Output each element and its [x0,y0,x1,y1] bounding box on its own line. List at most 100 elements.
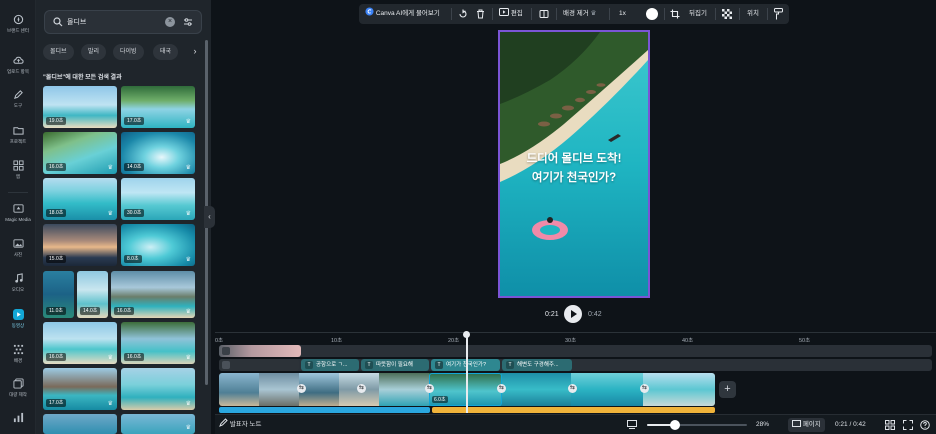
text-clip[interactable]: T 따뜻함이 필요해 [361,359,429,371]
add-clip-button[interactable]: + [719,381,736,398]
zoom-slider[interactable] [647,420,747,430]
clip-type-icon [222,347,230,355]
video-thumbnail[interactable]: 16.0초 ♛ [43,132,117,174]
rail-magic-media[interactable]: Magic Media [0,203,36,222]
split-icon[interactable] [539,9,549,19]
transition-icon[interactable]: ⇆ [357,384,366,393]
audio-clip[interactable] [219,407,430,413]
clear-search-icon[interactable]: × [165,17,175,27]
toolbar-divider [715,8,716,20]
color-swatch[interactable] [646,8,658,20]
position-button[interactable]: 위치 [747,4,759,24]
overlay-clip[interactable] [219,345,301,357]
video-thumbnail[interactable]: 17.0초 ♛ [43,368,117,410]
playback-speed-button[interactable]: 1x [619,4,626,24]
replace-icon[interactable] [458,9,468,19]
chip-thailand[interactable]: 태국 [153,44,179,60]
chip-maldives[interactable]: 몰디브 [43,44,74,60]
chip-bali[interactable]: 발리 [81,44,107,60]
remove-background-button[interactable]: 배경 제거 ♛ [563,4,596,24]
brand-center-icon [13,14,23,25]
text-clip[interactable]: T 해변도 구경해주... [502,359,572,371]
video-thumbnail[interactable]: 16.0초 ♛ [111,271,195,318]
upload-cloud-icon [12,56,24,64]
transparency-icon[interactable] [722,9,732,19]
playhead[interactable] [466,333,468,413]
edit-button[interactable]: 편집 [499,4,523,24]
playhead-handle[interactable] [463,331,470,338]
video-thumbnail[interactable]: 14.0초 [77,271,108,318]
video-frame [501,373,571,406]
rail-photos[interactable]: 사진 [0,238,36,258]
clip-duration: 6.0초 [432,396,448,403]
rail-tools[interactable]: 도구 [0,89,36,109]
chips-next-chevron-icon[interactable]: › [187,44,203,60]
video-thumbnail[interactable]: 14.0초 ♛ [121,132,195,174]
rail-label: 앱 [15,174,21,179]
video-thumbnail[interactable]: 30.0초 ♛ [121,178,195,220]
canvas-title-line1[interactable]: 드디어 몰디브 도착! [500,150,648,166]
video-thumbnail[interactable]: 8.0초 ♛ [121,224,195,266]
zoom-level[interactable]: 28% [756,415,769,434]
zoom-slider-knob[interactable] [670,420,680,430]
premium-crown-icon: ♛ [185,119,191,125]
help-icon[interactable] [920,420,930,430]
video-thumbnail[interactable]: 19.0초 [43,86,117,128]
image-icon [12,239,24,248]
video-thumbnail[interactable]: ♛ [121,368,195,410]
text-clip[interactable]: T 공항으로 ㄱ... [301,359,359,371]
video-thumbnail[interactable]: 18.0초 ♛ [43,178,117,220]
transition-icon[interactable]: ⇆ [425,384,434,393]
audio-clip[interactable] [432,407,715,413]
rail-charts[interactable] [0,412,36,426]
context-toolbar: Canva AI에게 물어보기 편집 배경 제거 ♛ 1x 뒤집기 위치 [359,4,789,24]
crop-icon[interactable] [670,9,680,19]
rail-label: 업로드 항목 [7,69,29,74]
paint-roller-icon[interactable] [774,8,783,20]
presenter-notes-button[interactable]: 발표자 노트 [219,415,262,434]
transition-icon[interactable]: ⇆ [568,384,577,393]
design-canvas[interactable]: 드디어 몰디브 도착! 여기가 천국인가? [498,30,650,298]
grid-view-icon[interactable] [885,420,895,430]
video-thumbnail[interactable]: 15.0초 [43,224,117,266]
rail-bulk-create[interactable]: 대량 제작 [0,378,36,398]
video-thumbnail[interactable] [43,414,117,434]
canvas-title-line2[interactable]: 여기가 천국인가? [500,169,648,185]
transition-icon[interactable]: ⇆ [640,384,649,393]
overlay-track[interactable] [219,345,932,357]
chip-diving[interactable]: 다이빙 [113,44,144,60]
rail-apps[interactable]: 앱 [0,160,36,180]
rail-backgrounds[interactable]: 배경 [0,344,36,364]
rail-brand-center[interactable]: 브랜드 센터 [0,14,36,34]
transition-icon[interactable]: ⇆ [497,384,506,393]
video-thumbnail[interactable]: 11.0초 [43,271,74,318]
trash-icon[interactable] [476,9,485,19]
premium-crown-icon: ♛ [185,309,191,315]
ask-canva-ai-button[interactable]: Canva AI에게 물어보기 [365,4,440,24]
search-input[interactable]: 몰디브 [67,17,86,27]
collapse-panel-chevron-icon[interactable]: ‹ [204,206,215,228]
filter-sliders-icon[interactable] [183,17,193,27]
video-thumbnail[interactable]: ♛ [121,414,195,434]
search-icon [53,17,63,27]
play-button[interactable] [564,305,582,323]
search-box[interactable]: 몰디브 × [44,10,202,34]
rail-label: 대량 제작 [9,392,27,397]
rail-projects[interactable]: 프로젝트 [0,125,36,145]
page-view-icon[interactable] [627,420,637,429]
toolbar-divider [664,8,665,20]
premium-crown-icon: ♛ [185,425,191,431]
timeline-ruler[interactable]: 0초 10초 20초 30초 40초 50초 [215,332,936,344]
fullscreen-icon[interactable] [903,420,913,430]
rail-uploads[interactable]: 업로드 항목 [0,55,36,75]
rail-divider [8,192,28,193]
empty-text-clip[interactable] [219,359,299,371]
flip-button[interactable]: 뒤집기 [689,4,707,24]
rail-videos[interactable]: 동영상 [0,309,36,329]
transition-icon[interactable]: ⇆ [297,384,306,393]
pages-button[interactable]: 페이지 [788,418,825,432]
video-thumbnail[interactable]: 16.0초 ♛ [43,322,117,364]
video-thumbnail[interactable]: 17.0초 ♛ [121,86,195,128]
rail-audio[interactable]: 오디오 [0,273,36,293]
video-thumbnail[interactable]: 16.0초 ♛ [121,322,195,364]
